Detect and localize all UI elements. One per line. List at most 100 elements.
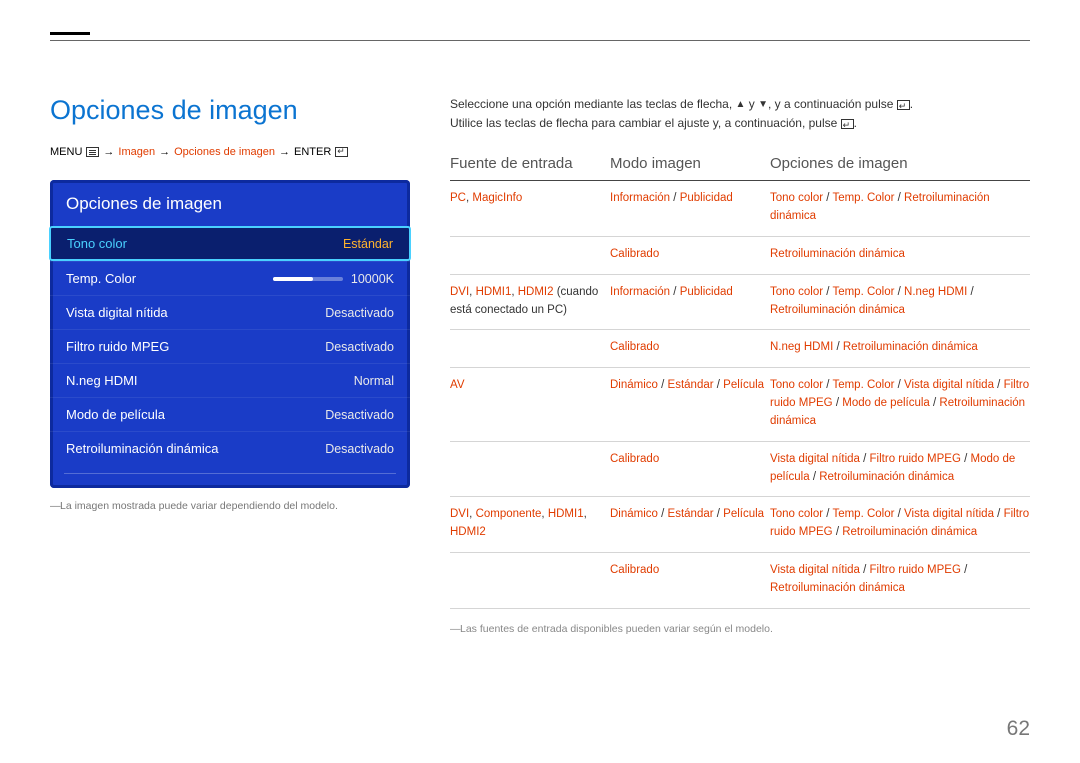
plain-text: ,: [584, 508, 587, 520]
highlighted-text: Vista digital nítida: [904, 508, 994, 520]
highlighted-text: N.neg HDMI: [904, 286, 967, 298]
slider[interactable]: [273, 277, 343, 281]
highlighted-text: Retroiluminación dinámica: [770, 248, 905, 260]
panel-row[interactable]: Filtro ruido MPEGDesactivado: [50, 329, 410, 363]
right-column: Seleccione una opción mediante las tecla…: [450, 95, 1030, 635]
highlighted-text: Tono color: [770, 192, 823, 204]
th-fuente: Fuente de entrada: [450, 155, 610, 172]
page-number: 62: [1007, 717, 1030, 741]
plain-text: /: [994, 508, 1004, 520]
plain-text: /: [894, 508, 904, 520]
table-header: Fuente de entrada Modo imagen Opciones d…: [450, 155, 1030, 181]
panel-row-value-text: 10000K: [351, 272, 394, 286]
plain-text: /: [930, 397, 940, 409]
highlighted-text: HDMI1: [476, 286, 512, 298]
highlighted-text: HDMI2: [518, 286, 554, 298]
plain-text: /: [967, 286, 973, 298]
instr1a: Seleccione una opción mediante las tecla…: [450, 97, 736, 111]
panel-row[interactable]: Vista digital nítida Desactivado: [50, 295, 410, 329]
highlighted-text: AV: [450, 379, 465, 391]
highlighted-text: Vista digital nítida: [904, 379, 994, 391]
breadcrumb: MENU → Imagen → Opciones de imagen → ENT…: [50, 146, 410, 158]
highlighted-text: Estándar: [668, 379, 714, 391]
left-column: Opciones de imagen MENU → Imagen → Opcio…: [50, 95, 410, 635]
highlighted-text: Calibrado: [610, 564, 659, 576]
instr1c: , y a continuación pulse: [768, 97, 897, 111]
panel-row-value: Desactivado: [325, 306, 394, 320]
highlighted-text: Temp. Color: [832, 508, 894, 520]
table-cell: DVI, Componente, HDMI1, HDMI2: [450, 506, 610, 542]
panel-row-value-text: Desactivado: [325, 442, 394, 456]
breadcrumb-menu: MENU: [50, 146, 82, 158]
highlighted-text: N.neg HDMI: [770, 341, 833, 353]
highlighted-text: Calibrado: [610, 248, 659, 260]
plain-text: /: [670, 286, 680, 298]
panel-row-value: Estándar: [343, 237, 393, 251]
top-rule: [50, 40, 1030, 41]
highlighted-text: Información: [610, 192, 670, 204]
table-cell: Calibrado: [610, 339, 770, 357]
table-cell: Dinámico / Estándar / Película: [610, 377, 770, 430]
table-row: DVI, HDMI1, HDMI2 (cuando está conectado…: [450, 275, 1030, 331]
panel-row[interactable]: Temp. Color10000K: [50, 261, 410, 295]
highlighted-text: Publicidad: [680, 192, 733, 204]
page-title: Opciones de imagen: [50, 95, 410, 126]
panel-row-value: Desactivado: [325, 408, 394, 422]
top-marker: [50, 32, 90, 35]
highlighted-text: Vista digital nítida: [770, 564, 860, 576]
panel-row-label: Vista digital nítida: [66, 305, 168, 320]
plain-text: /: [961, 564, 967, 576]
panel-row-label: N.neg HDMI: [66, 373, 138, 388]
highlighted-text: Filtro ruido MPEG: [870, 564, 961, 576]
highlighted-text: Retroiluminación dinámica: [842, 526, 977, 538]
highlighted-text: Retroiluminación dinámica: [819, 471, 954, 483]
highlighted-text: DVI: [450, 508, 469, 520]
table-row: Calibrado Retroiluminación dinámica: [450, 237, 1030, 275]
panel-row[interactable]: Modo de películaDesactivado: [50, 397, 410, 431]
plain-text: /: [833, 341, 843, 353]
panel-row[interactable]: N.neg HDMINormal: [50, 363, 410, 397]
enter-icon: [335, 147, 348, 157]
plain-text: /: [860, 453, 870, 465]
plain-text: /: [658, 508, 668, 520]
settings-panel: Opciones de imagen Tono colorEstándarTem…: [50, 180, 410, 488]
enter-icon: [897, 100, 910, 110]
highlighted-text: Información: [610, 286, 670, 298]
highlighted-text: Dinámico: [610, 508, 658, 520]
panel-row[interactable]: Retroiluminación dinámica Desactivado: [50, 431, 410, 465]
breadcrumb-opciones: Opciones de imagen: [174, 146, 275, 158]
panel-row-label: Retroiluminación dinámica: [66, 441, 218, 456]
highlighted-text: Temp. Color: [832, 192, 894, 204]
table-cell: Calibrado: [610, 246, 770, 264]
table-cell: N.neg HDMI / Retroiluminación dinámica: [770, 339, 1030, 357]
plain-text: /: [658, 379, 668, 391]
highlighted-text: Película: [723, 508, 764, 520]
highlighted-text: Componente: [476, 508, 542, 520]
highlighted-text: Temp. Color: [832, 286, 894, 298]
instr-dot2: .: [854, 116, 857, 130]
panel-row-value: Desactivado: [325, 442, 394, 456]
plain-text: /: [894, 379, 904, 391]
panel-row-value-text: Desactivado: [325, 408, 394, 422]
highlighted-text: Temp. Color: [832, 379, 894, 391]
highlighted-text: MagicInfo: [472, 192, 522, 204]
plain-text: /: [714, 508, 724, 520]
panel-title: Opciones de imagen: [50, 180, 410, 226]
menu-icon: [86, 147, 99, 157]
instructions: Seleccione una opción mediante las tecla…: [450, 95, 1030, 133]
panel-row[interactable]: Tono colorEstándar: [49, 226, 411, 261]
panel-row-value: 10000K: [273, 272, 394, 286]
highlighted-text: Publicidad: [680, 286, 733, 298]
plain-text: /: [894, 192, 904, 204]
table-cell: Calibrado: [610, 562, 770, 598]
plain-text: /: [833, 397, 843, 409]
highlighted-text: Tono color: [770, 286, 823, 298]
highlighted-text: Tono color: [770, 379, 823, 391]
table-cell: Vista digital nítida / Filtro ruido MPEG…: [770, 451, 1030, 487]
highlighted-text: HDMI1: [548, 508, 584, 520]
table-cell: Tono color / Temp. Color / Vista digital…: [770, 377, 1030, 430]
highlighted-text: HDMI2: [450, 526, 486, 538]
table-cell: [450, 562, 610, 598]
table-cell: Información / Publicidad: [610, 284, 770, 320]
enter-icon: [841, 119, 854, 129]
